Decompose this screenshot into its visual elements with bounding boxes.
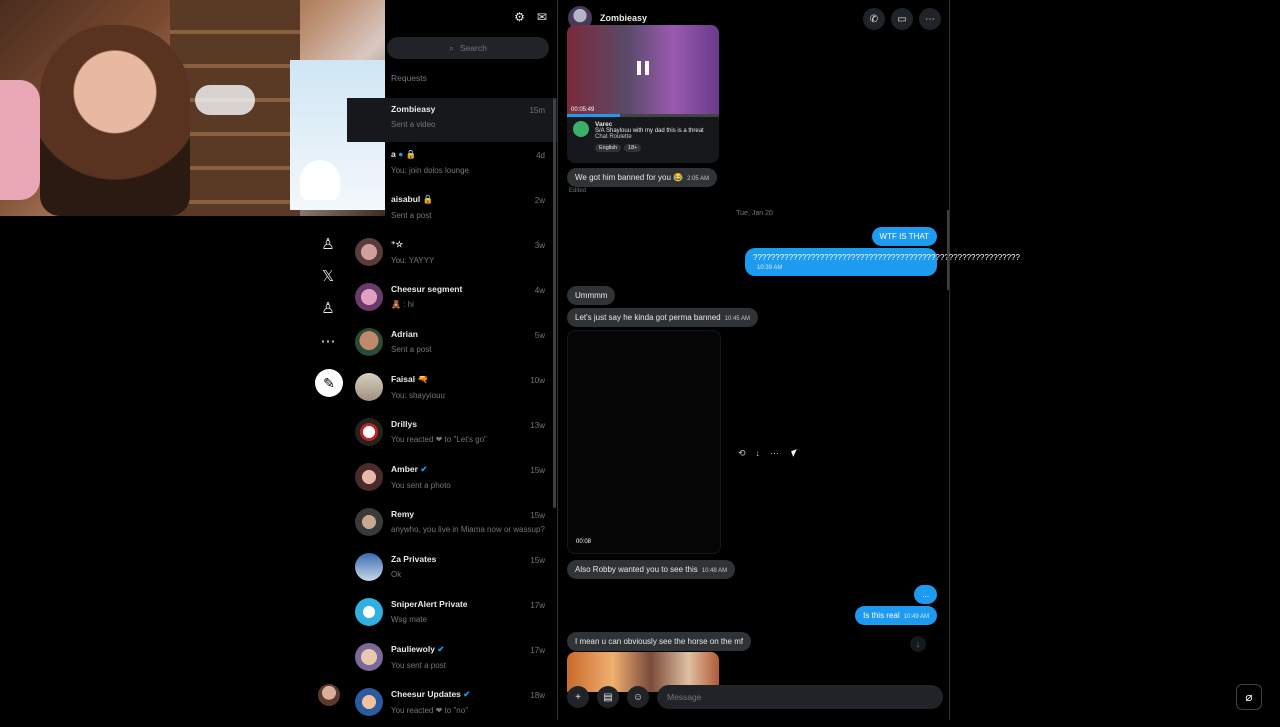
conversation-item[interactable]: Adrian Sent a post 5w	[347, 323, 557, 367]
conversation-item[interactable]: SniperAlert Private Wsg mate 17w	[347, 593, 557, 637]
add-icon[interactable]: +	[567, 686, 589, 708]
account-avatar[interactable]	[318, 684, 340, 706]
conversation-item[interactable]: Pauliewoly ✔ You sent a post 17w	[347, 638, 557, 682]
conversation-item[interactable]: Cheesur Updates ✔ You reacted ❤ to "no" 1…	[347, 683, 557, 727]
conversation-list: ⚙ ✉ ⌕ Search Requests Zombieasy Sent a vi…	[347, 0, 557, 720]
message-bubble[interactable]: Let's just say he kinda got perma banned…	[567, 308, 758, 327]
download-icon[interactable]: ↓	[756, 448, 761, 459]
more-icon[interactable]: ⋯	[770, 448, 779, 459]
conversation-item[interactable]: aisabul 🔒 Sent a post 2w	[347, 188, 557, 232]
avatar	[355, 463, 383, 491]
message-bubble[interactable]: Ummmm	[567, 286, 616, 305]
requests-tab[interactable]: Requests	[391, 73, 427, 83]
chat-panel: Zombieasy ✆ ▭ ⋯ 00:05:49 Varec S/A Shayl…	[557, 0, 1020, 720]
avatar	[355, 508, 383, 536]
new-message-icon[interactable]: ✉	[537, 10, 547, 24]
message-bubble[interactable]: We got him banned for you 😂 2:05 AM	[567, 168, 718, 187]
avatar	[355, 283, 383, 311]
message-bubble[interactable]: Also Robby wanted you to see this 10:48 A…	[567, 560, 736, 579]
message-bubble[interactable]: ????????????????????????????????????????…	[745, 248, 1020, 276]
avatar	[355, 418, 383, 446]
more-options-icon[interactable]: ⋯	[919, 8, 941, 30]
emoji-icon[interactable]: ☺	[627, 686, 649, 708]
video-call-icon[interactable]: ▭	[891, 8, 913, 30]
conversation-item[interactable]: Drillys You reacted ❤ to "Let's go" 13w	[347, 413, 557, 457]
message-bubble[interactable]: Is this real 10:49 AM	[855, 606, 937, 625]
shared-video-card[interactable]: 00:05:49 Varec S/A Shaylouu with my dad …	[567, 25, 719, 163]
more-icon[interactable]: ⋯	[315, 328, 341, 354]
list-scrollbar[interactable]	[553, 98, 556, 508]
avatar	[355, 373, 383, 401]
message-bubble[interactable]: ...	[914, 585, 937, 604]
phone-icon[interactable]: ✆	[863, 8, 885, 30]
date-separator: Tue, Jan 20	[736, 210, 773, 217]
search-input[interactable]: ⌕ Search	[387, 37, 549, 59]
avatar	[355, 238, 383, 266]
avatar	[355, 328, 383, 356]
message-bubble[interactable]: WTF IS THAT	[871, 227, 937, 246]
message-bubble[interactable]: I mean u can obviously see the horse on …	[567, 632, 752, 651]
premium-icon[interactable]: ♙	[315, 231, 341, 257]
pause-icon[interactable]	[637, 61, 649, 75]
conversation-item[interactable]: Zombieasy Sent a video 15m	[347, 98, 557, 142]
retweet-icon[interactable]: ⟲	[738, 448, 746, 459]
tag-chip: 18+	[624, 144, 642, 152]
conversation-item[interactable]: Cheesur segment 🧸 : hi 4w	[347, 278, 557, 322]
scroll-down-icon[interactable]: ↓	[910, 636, 926, 652]
message-input[interactable]: Message	[657, 685, 943, 709]
conversation-item[interactable]: Faisal 🔫 You: shayyiouu 10w	[347, 368, 557, 412]
conversation-item[interactable]: a ● 🔒 You: join dolos lounge 4d	[347, 143, 557, 187]
search-icon: ⌕	[449, 42, 454, 53]
conversation-item[interactable]: Amber ✔ You sent a photo 15w	[347, 458, 557, 502]
x-logo-icon[interactable]: 𝕏	[315, 263, 341, 289]
chat-scrollbar[interactable]	[947, 210, 949, 290]
conversation-item[interactable]: ⁺☆ You: YAYYY 3w	[347, 233, 557, 277]
avatar	[355, 643, 383, 671]
avatar	[355, 598, 383, 626]
conversation-item[interactable]: Remy anywho, you live in Miama now or was…	[347, 503, 557, 547]
video-attachment[interactable]: 00:08	[567, 330, 721, 554]
message-composer: + ▤ ☺ Message	[567, 684, 943, 710]
avatar	[355, 688, 383, 716]
settings-icon[interactable]: ⚙	[514, 10, 525, 24]
avatar	[355, 553, 383, 581]
avatar	[573, 121, 589, 137]
profile-icon[interactable]: ♙	[315, 295, 341, 321]
gif-icon[interactable]: ▤	[597, 686, 619, 708]
conversation-item[interactable]: Za Privates Ok 15w	[347, 548, 557, 592]
webcam-overlay	[0, 0, 385, 216]
tag-chip: English	[595, 144, 622, 152]
compose-button[interactable]: ✎	[315, 369, 343, 397]
grok-icon[interactable]: ⌀	[1236, 684, 1262, 710]
